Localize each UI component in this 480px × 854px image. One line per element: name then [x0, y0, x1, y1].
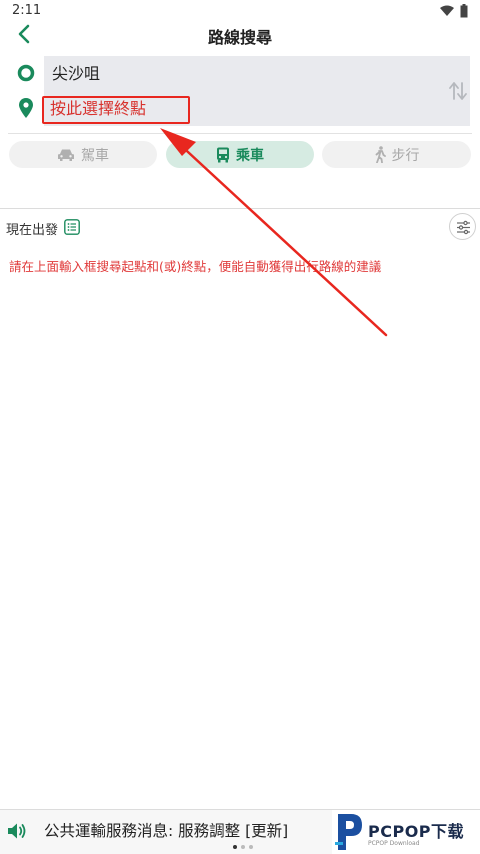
destination-pin-icon: [19, 98, 33, 118]
speaker-icon[interactable]: [6, 821, 28, 841]
page-dot: [233, 845, 237, 849]
pcpop-logo-icon: [335, 814, 362, 850]
filter-button[interactable]: [449, 213, 476, 240]
sliders-icon: [457, 220, 470, 235]
bus-icon: [217, 147, 229, 162]
departure-time-label[interactable]: 現在出發: [6, 219, 58, 238]
origin-input[interactable]: 尖沙咀: [50, 60, 440, 88]
tab-transit[interactable]: 乘車: [166, 141, 314, 168]
status-time: 2:11: [12, 3, 42, 18]
hint-message: 請在上面輸入框搜尋起點和(或)終點，便能自動獲得出行路線的建議: [9, 259, 382, 274]
tab-walk[interactable]: 步行: [322, 141, 471, 168]
swap-icon[interactable]: [448, 80, 468, 102]
battery-icon: [460, 4, 468, 18]
page-dot: [249, 845, 253, 849]
divider: [0, 208, 480, 209]
tab-drive[interactable]: 駕車: [9, 141, 157, 168]
wifi-icon: [440, 5, 454, 16]
list-icon[interactable]: [64, 219, 80, 235]
status-bar: 2:11: [0, 0, 480, 22]
tab-walk-label: 步行: [391, 147, 420, 164]
page-indicator: [233, 845, 253, 849]
origin-marker-icon: [17, 64, 35, 82]
watermark-subtitle: PCPOP Download: [368, 840, 420, 847]
annotation-arrow: [160, 128, 388, 337]
news-ticker[interactable]: 公共運輸服務消息: 服務調整 [更新]: [44, 819, 288, 841]
car-icon: [58, 149, 74, 161]
watermark: PCPOP下载 PCPOP Download: [332, 810, 480, 854]
tab-drive-label: 駕車: [81, 147, 109, 164]
divider: [8, 133, 472, 134]
tab-transit-label: 乘車: [236, 147, 264, 164]
destination-input[interactable]: 按此選擇終點: [42, 96, 190, 124]
watermark-brand: PCPOP下载: [368, 822, 465, 841]
page-title: 路線搜尋: [207, 28, 272, 47]
walk-icon: [375, 146, 386, 163]
page-dot: [241, 845, 245, 849]
app-bar: 路線搜尋: [0, 22, 480, 48]
